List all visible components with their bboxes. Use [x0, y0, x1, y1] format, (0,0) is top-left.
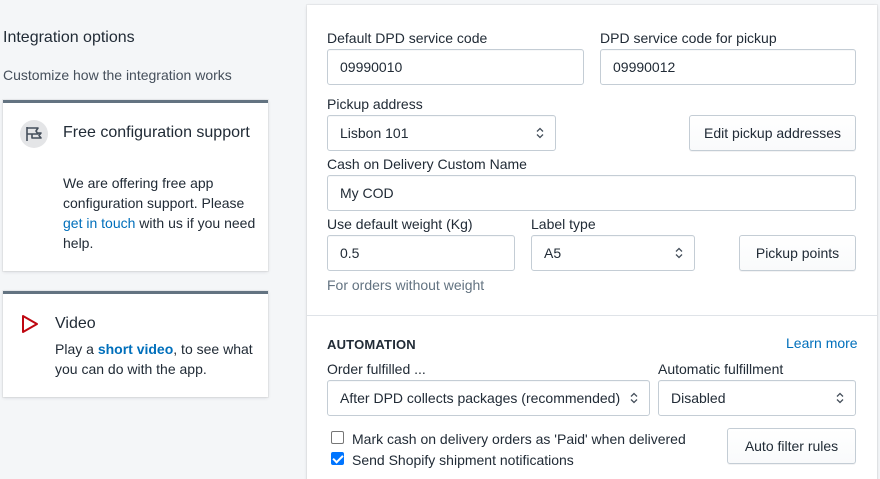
support-card-title: Free configuration support	[63, 124, 250, 141]
pickup-points-button[interactable]: Pickup points	[739, 235, 856, 271]
conversation-icon	[20, 120, 48, 148]
select-arrows-icon	[630, 392, 638, 404]
video-card: Video Play a short video, to see what yo…	[3, 291, 268, 397]
video-card-text: Play a short video, to see what you can …	[55, 341, 253, 377]
auto-fulfillment-select[interactable]: Disabled	[658, 380, 856, 416]
select-arrows-icon	[836, 392, 844, 404]
cod-name-input[interactable]: My COD	[327, 175, 856, 211]
section-divider	[307, 315, 877, 316]
automation-heading: AUTOMATION	[327, 337, 416, 352]
edit-pickup-addresses-button[interactable]: Edit pickup addresses	[689, 115, 856, 151]
pickup-address-label: Pickup address	[327, 96, 423, 112]
support-card-text: We are offering free app configuration s…	[63, 175, 256, 251]
play-icon	[21, 314, 41, 334]
auto-fulfillment-value: Disabled	[671, 390, 726, 406]
section-description: Customize how the integration works	[3, 67, 232, 83]
mark-paid-label: Mark cash on delivery orders as 'Paid' w…	[352, 431, 686, 447]
video-card-title: Video	[55, 315, 96, 332]
cod-name-label: Cash on Delivery Custom Name	[327, 156, 527, 172]
settings-panel: Default DPD service code 09990010 DPD se…	[307, 5, 877, 479]
weight-hint: For orders without weight	[327, 277, 485, 293]
get-in-touch-link[interactable]: get in touch	[63, 215, 135, 231]
label-type-select[interactable]: A5	[531, 235, 695, 271]
auto-fulfillment-label: Automatic fulfillment	[658, 361, 784, 377]
mark-paid-checkbox[interactable]	[331, 431, 344, 444]
section-title: Integration options	[3, 29, 135, 46]
service-code-input[interactable]: 09990010	[327, 49, 584, 85]
pickup-code-input[interactable]: 09990012	[600, 49, 856, 85]
label-type-value: A5	[544, 245, 562, 261]
default-weight-label: Use default weight (Kg)	[327, 216, 473, 232]
order-fulfilled-value: After DPD collects packages (recommended…	[340, 390, 621, 406]
select-arrows-icon	[675, 247, 683, 259]
pickup-address-select[interactable]: Lisbon 101	[327, 115, 556, 151]
order-fulfilled-label: Order fulfilled ...	[327, 361, 426, 377]
order-fulfilled-select[interactable]: After DPD collects packages (recommended…	[327, 380, 650, 416]
support-card: Free configuration support We are offeri…	[3, 100, 268, 271]
auto-filter-rules-button[interactable]: Auto filter rules	[727, 428, 856, 464]
learn-more-link[interactable]: Learn more	[786, 335, 858, 351]
send-notifications-checkbox[interactable]	[331, 452, 344, 465]
select-arrows-icon	[536, 127, 544, 139]
pickup-code-label: DPD service code for pickup	[600, 30, 777, 46]
pickup-address-value: Lisbon 101	[340, 125, 409, 141]
send-notifications-label: Send Shopify shipment notifications	[352, 452, 574, 468]
service-code-label: Default DPD service code	[327, 30, 488, 46]
default-weight-input[interactable]: 0.5	[327, 235, 515, 271]
label-type-label: Label type	[531, 216, 596, 232]
short-video-link[interactable]: short video	[98, 341, 173, 357]
